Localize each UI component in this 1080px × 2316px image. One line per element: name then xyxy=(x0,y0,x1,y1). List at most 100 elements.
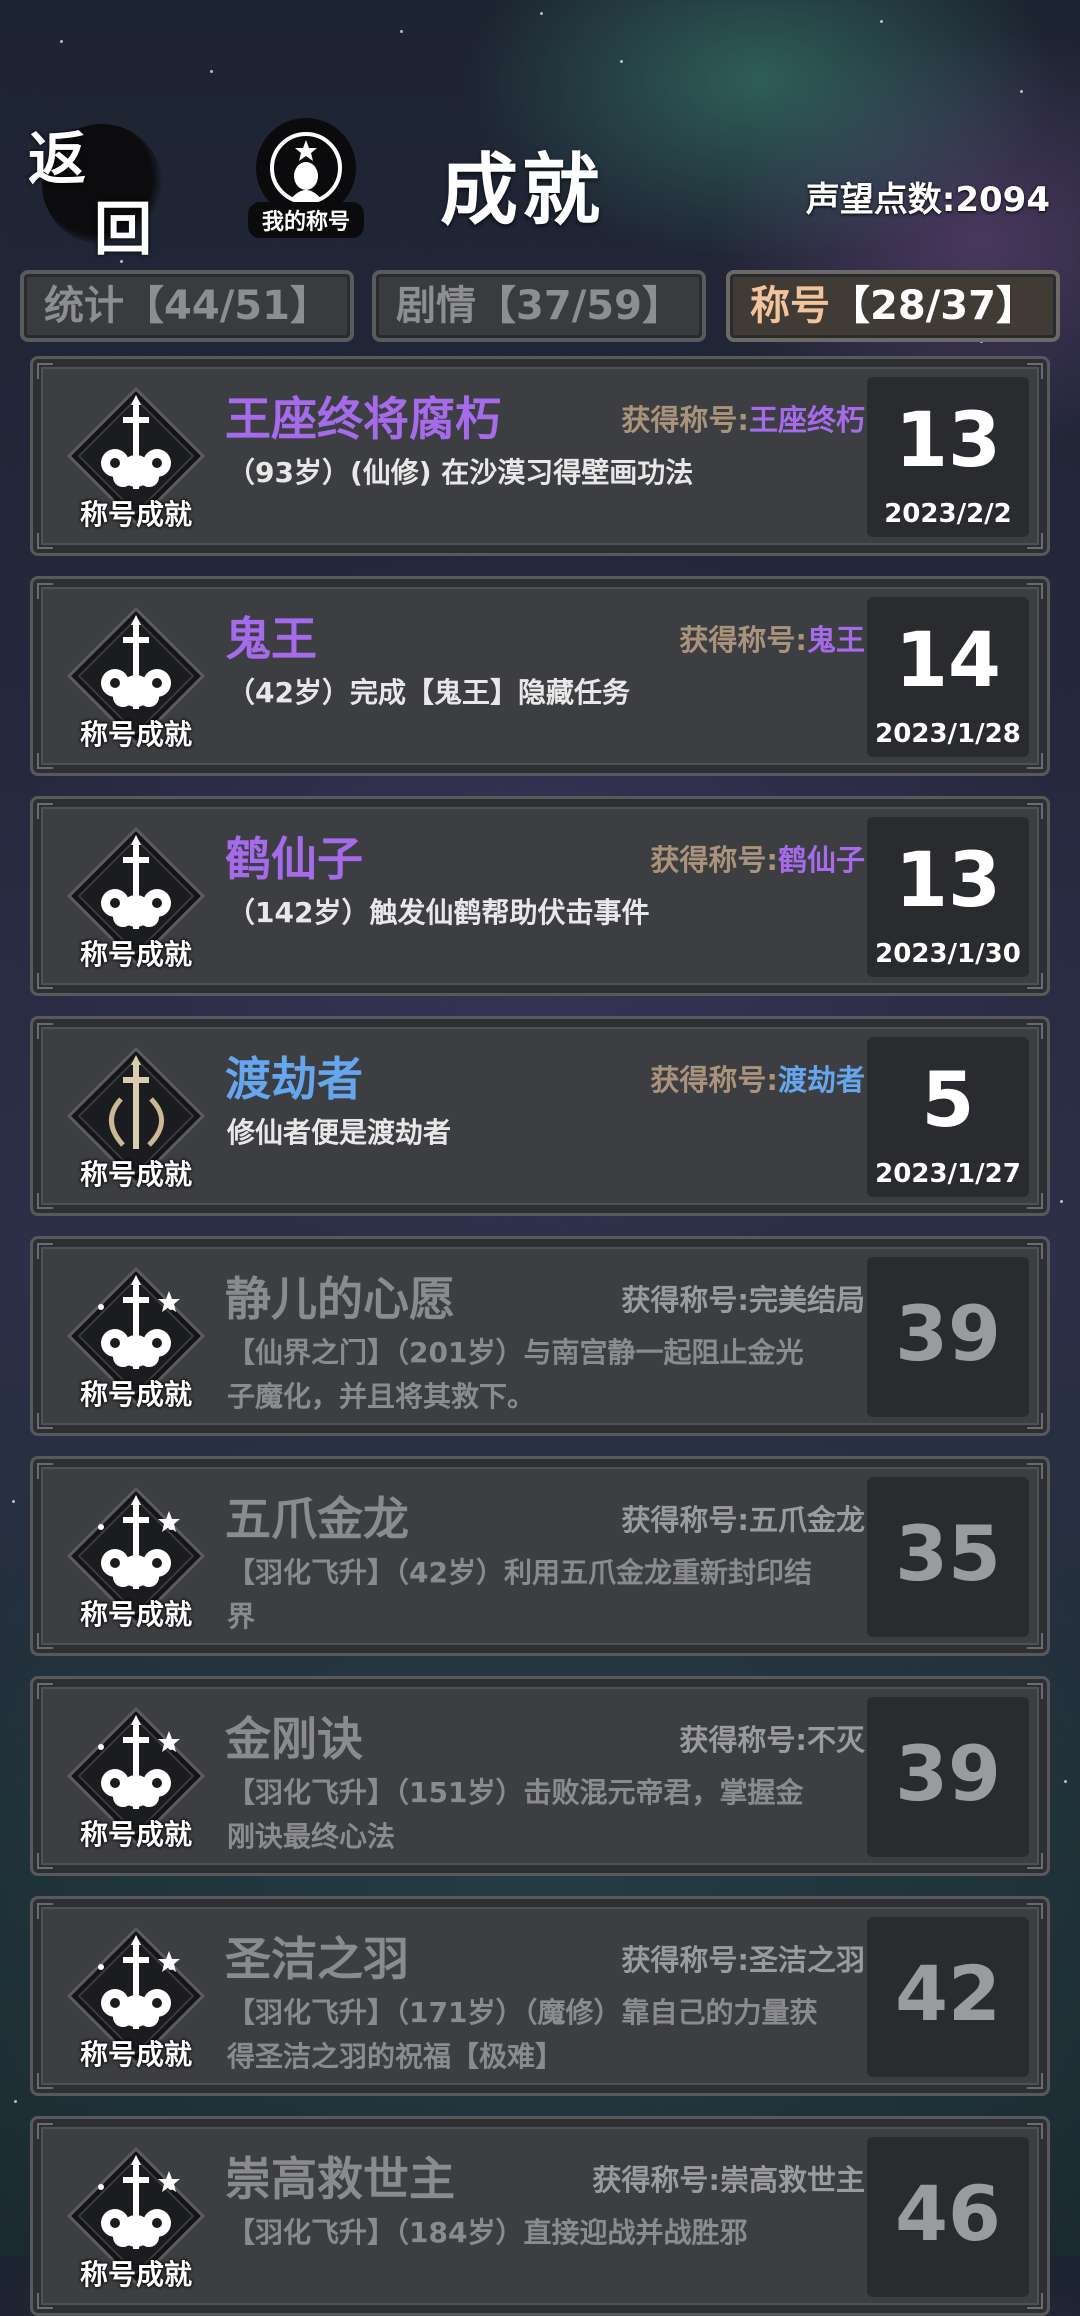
corner-ornament xyxy=(37,2293,53,2309)
reward-name: 鹤仙子 xyxy=(777,843,865,877)
tab-story[interactable]: 剧情【37/59】 xyxy=(372,270,706,342)
badge-label: 称号成就 xyxy=(79,1158,192,1191)
sword-cloud-ornate-icon: 称号成就 xyxy=(61,1261,211,1411)
reward-name: 圣洁之羽 xyxy=(748,1943,865,1977)
achievement-description: 【羽化飞升】（151岁）击败混元帝君，掌握金刚诀最终心法 xyxy=(227,1776,804,1853)
achievement-card[interactable]: 称号成就 五爪金龙 获得称号:五爪金龙 【羽化飞升】（42岁）利用五爪金龙重新封… xyxy=(30,1456,1050,1656)
achievement-title: 崇高救世主 xyxy=(225,2152,455,2206)
score-box: 14 2023/1/28 xyxy=(867,597,1029,757)
corner-ornament xyxy=(1027,533,1043,549)
corner-ornament xyxy=(37,1023,53,1039)
achievement-card[interactable]: 称号成就 金刚诀 获得称号:不灭 【羽化飞升】（151岁）击败混元帝君，掌握金刚… xyxy=(30,1676,1050,1876)
achievement-description: 【羽化飞升】（171岁）（魔修）靠自己的力量获得圣洁之羽的祝福【极难】 xyxy=(227,1996,818,2073)
achievement-reward: 获得称号:不灭 xyxy=(679,1717,865,1759)
score-box: 13 2023/2/2 xyxy=(867,377,1029,537)
achievement-card[interactable]: 称号成就 静儿的心愿 获得称号:完美结局 【仙界之门】（201岁）与南宫静一起阻… xyxy=(30,1236,1050,1436)
score-box: 13 2023/1/30 xyxy=(867,817,1029,977)
corner-ornament xyxy=(37,2073,53,2089)
back-label-bottom: 回 xyxy=(94,195,153,263)
achievement-card[interactable]: 称号成就 渡劫者 获得称号:渡劫者 修仙者便是渡劫者 5 2023/1/27 xyxy=(30,1016,1050,1216)
achievement-reward: 获得称号:完美结局 xyxy=(621,1277,865,1319)
reward-prefix: 获得称号: xyxy=(621,1283,749,1317)
corner-ornament xyxy=(37,583,53,599)
sword-cloud-ornate-icon: 称号成就 xyxy=(61,1921,211,2071)
sword-cloud-ornate-icon: 称号成就 xyxy=(61,2141,211,2291)
score-box: 39 xyxy=(867,1257,1029,1417)
reward-prefix: 获得称号: xyxy=(650,1063,778,1097)
achievement-description: （42岁）完成【鬼王】隐藏任务 xyxy=(227,676,630,709)
score-box: 46 xyxy=(867,2137,1029,2297)
achievement-card[interactable]: 称号成就 崇高救世主 获得称号:崇高救世主 【羽化飞升】（184岁）直接迎战并战… xyxy=(30,2116,1050,2316)
corner-ornament xyxy=(37,803,53,819)
tab-count: 【37/59】 xyxy=(476,283,682,329)
sword-cloud-icon: 称号成就 xyxy=(61,381,211,531)
corner-ornament xyxy=(1027,363,1043,379)
achievement-card[interactable]: 称号成就 鬼王 获得称号:鬼王 （42岁）完成【鬼王】隐藏任务 14 2023/… xyxy=(30,576,1050,776)
achievement-date: 2023/1/27 xyxy=(875,1159,1021,1189)
badge-label: 称号成就 xyxy=(79,938,192,971)
score-box: 35 xyxy=(867,1477,1029,1637)
corner-ornament xyxy=(1027,1023,1043,1039)
achievement-points: 13 xyxy=(895,835,1001,924)
tab-titles[interactable]: 称号【28/37】 xyxy=(726,270,1060,342)
my-title-button[interactable]: 我的称号 xyxy=(248,118,364,238)
achievement-title: 五爪金龙 xyxy=(225,1492,409,1546)
achievement-points: 5 xyxy=(921,1055,975,1144)
achievement-title: 渡劫者 xyxy=(225,1052,363,1106)
reward-name: 王座终朽 xyxy=(748,403,865,437)
corner-ornament xyxy=(1027,1853,1043,1869)
corner-ornament xyxy=(37,533,53,549)
corner-ornament xyxy=(1027,2123,1043,2139)
achievement-card[interactable]: 称号成就 王座终将腐朽 获得称号:王座终朽 （93岁）(仙修) 在沙漠习得壁画功… xyxy=(30,356,1050,556)
sword-gold-icon: 称号成就 xyxy=(61,1041,211,1191)
reward-name: 崇高救世主 xyxy=(719,2163,865,2197)
sword-cloud-icon: 称号成就 xyxy=(61,821,211,971)
corner-ornament xyxy=(37,1853,53,1869)
achievement-title: 王座终将腐朽 xyxy=(225,392,501,446)
score-box: 42 xyxy=(867,1917,1029,2077)
badge-label: 称号成就 xyxy=(79,498,192,531)
corner-ornament xyxy=(1027,1193,1043,1209)
reward-prefix: 获得称号: xyxy=(621,403,749,437)
corner-ornament xyxy=(1027,1633,1043,1649)
sword-cloud-ornate-icon: 称号成就 xyxy=(61,1481,211,1631)
corner-ornament xyxy=(37,1633,53,1649)
achievement-description: 【仙界之门】（201岁）与南宫静一起阻止金光子魔化，并且将其救下。 xyxy=(227,1336,804,1413)
achievement-description: 修仙者便是渡劫者 xyxy=(227,1116,452,1149)
page-title: 成就 xyxy=(440,145,605,236)
achievement-title: 圣洁之羽 xyxy=(225,1932,409,1986)
achievement-points: 13 xyxy=(895,395,1001,484)
achievement-description: （142岁）触发仙鹤帮助伏击事件 xyxy=(227,896,650,929)
tab-count: 【44/51】 xyxy=(124,283,330,329)
achievement-reward: 获得称号:鹤仙子 xyxy=(650,837,865,879)
achievement-points: 14 xyxy=(895,615,1001,704)
reward-prefix: 获得称号: xyxy=(592,2163,720,2197)
corner-ornament xyxy=(1027,1413,1043,1429)
tab-statistics[interactable]: 统计【44/51】 xyxy=(20,270,354,342)
achievement-card[interactable]: 称号成就 圣洁之羽 获得称号:圣洁之羽 【羽化飞升】（171岁）（魔修）靠自己的… xyxy=(30,1896,1050,2096)
reward-prefix: 获得称号: xyxy=(679,1723,807,1757)
achievement-points: 39 xyxy=(895,1729,1001,1818)
corner-ornament xyxy=(37,2123,53,2139)
tab-label: 称号 xyxy=(750,283,831,329)
corner-ornament xyxy=(1027,803,1043,819)
achievement-reward: 获得称号:圣洁之羽 xyxy=(621,1937,865,1979)
back-button[interactable]: 返 回 xyxy=(24,108,174,263)
badge-label: 称号成就 xyxy=(79,2258,192,2291)
corner-ornament xyxy=(1027,1243,1043,1259)
sword-cloud-icon: 称号成就 xyxy=(61,601,211,751)
corner-ornament xyxy=(1027,2073,1043,2089)
score-box: 5 2023/1/27 xyxy=(867,1037,1029,1197)
achievement-date: 2023/1/28 xyxy=(875,719,1021,749)
back-label-top: 返 xyxy=(28,125,87,193)
badge-label: 称号成就 xyxy=(79,1378,192,1411)
corner-ornament xyxy=(1027,753,1043,769)
tab-label: 剧情 xyxy=(396,283,477,329)
reward-name: 五爪金龙 xyxy=(748,1503,865,1537)
achievement-reward: 获得称号:王座终朽 xyxy=(621,397,865,439)
achievement-title: 鬼王 xyxy=(225,612,317,666)
reward-name: 完美结局 xyxy=(748,1283,865,1317)
corner-ornament xyxy=(1027,583,1043,599)
achievement-card[interactable]: 称号成就 鹤仙子 获得称号:鹤仙子 （142岁）触发仙鹤帮助伏击事件 13 20… xyxy=(30,796,1050,996)
tab-count: 【28/37】 xyxy=(830,283,1036,329)
